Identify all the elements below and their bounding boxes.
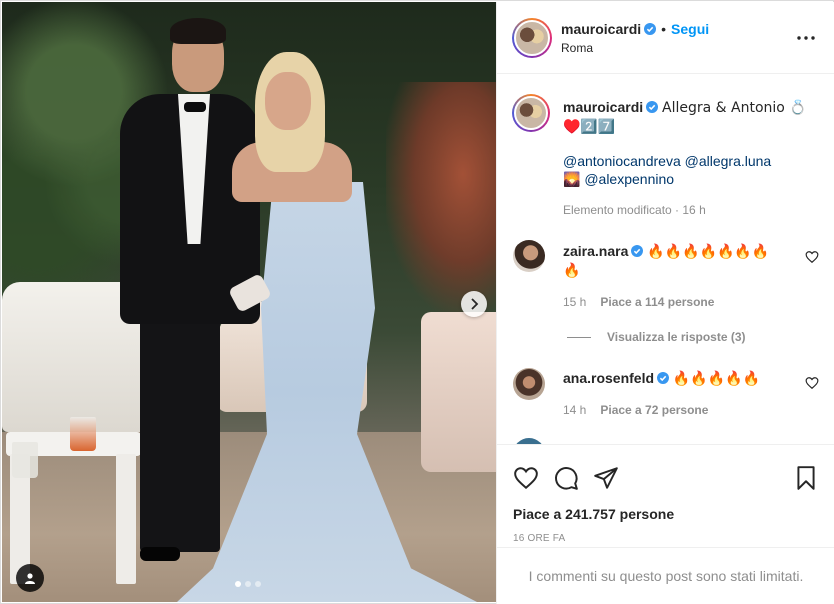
caption-line2: ♥️2️⃣7️⃣ [563,119,616,135]
carousel-dot [245,581,251,587]
comment-emojis: 🔥🔥🔥🔥🔥🔥🔥 [647,244,770,260]
photo-emoji: 🌄 [563,172,581,188]
comment-time[interactable]: 14 h [563,403,586,417]
commenter-avatar[interactable] [513,240,545,272]
view-replies-label: Visualizza le risposte (3) [607,330,746,344]
user-tag-button[interactable] [16,564,44,592]
caption-edited-label: Elemento modificato · 16 h [563,203,706,217]
carousel-dot [235,581,241,587]
user-tag-icon [25,573,35,584]
post-timestamp[interactable]: 16 ORE FA [513,533,565,544]
commenter-username[interactable]: zaira.nara [563,243,628,259]
heart-icon[interactable] [805,250,819,264]
mention-link[interactable]: @alexpennino [584,171,674,187]
verified-badge-icon [657,372,670,384]
photo-cocktail-glass [70,417,96,451]
post-location[interactable]: Roma [561,41,593,55]
commenter-username[interactable]: ana.rosenfeld [563,370,654,386]
more-options-icon [797,36,815,40]
heart-icon[interactable] [513,465,539,491]
chevron-right-icon [471,298,479,310]
author-avatar[interactable] [512,18,552,58]
caption-mentions-line1[interactable]: @antoniocandreva @allegra.luna [563,152,823,170]
comment-text: zaira.nara 🔥🔥🔥🔥🔥🔥🔥 🔥 [563,242,793,280]
post-header: mauroicardi • Segui Roma [497,2,834,74]
header-separator: • [661,21,667,37]
verified-badge-icon [646,101,659,113]
post-photo[interactable] [2,2,496,602]
commenter-avatar[interactable] [513,368,545,400]
verified-badge-icon [631,245,644,257]
caption-text: mauroicardi Allegra & Antonio 💍 ♥️2️⃣7️⃣ [563,98,823,136]
replies-divider [567,336,591,338]
bookmark-icon[interactable] [793,465,819,491]
post-side-panel: mauroicardi • Segui Roma mauroicardi Alleg… [496,2,834,604]
photo-glass [12,442,38,478]
photo-woman-dress [177,52,477,602]
carousel-indicator [235,581,261,587]
author-username[interactable]: mauroicardi [561,21,641,37]
post-modal: mauroicardi • Segui Roma mauroicardi Alleg… [0,0,834,604]
caption-line1: Allegra & Antonio 💍 [662,100,807,116]
carousel-dot [255,581,261,587]
share-icon[interactable] [593,465,619,491]
comments-limited-notice: I commenti su questo post sono stati lim… [497,547,834,604]
likes-count[interactable]: Piace a 241.757 persone [513,506,674,522]
comment-time[interactable]: 15 h [563,295,586,309]
more-options-button[interactable] [794,28,818,48]
comments-section: mauroicardi Allegra & Antonio 💍 ♥️2️⃣7️⃣… [497,74,834,444]
comment-text: ana.rosenfeld 🔥🔥🔥🔥🔥 [563,369,793,388]
view-replies-button[interactable]: Visualizza le risposte (3) [567,330,746,344]
post-actions: Piace a 241.757 persone 16 ORE FA [497,444,834,544]
comment-likes[interactable]: Piace a 114 persone [600,295,714,309]
comment-icon[interactable] [553,465,579,491]
heart-icon[interactable] [805,376,819,390]
comment-likes[interactable]: Piace a 72 persone [600,403,708,417]
comment-meta: 14 h Piace a 72 persone [563,403,708,417]
comment-emojis-line2: 🔥 [563,263,581,279]
follow-button[interactable]: Segui [671,21,709,37]
verified-badge-icon [644,23,657,35]
carousel-next-button[interactable] [461,291,487,317]
caption-username[interactable]: mauroicardi [563,99,643,115]
comment-emojis: 🔥🔥🔥🔥🔥 [672,371,761,387]
comment-meta: 15 h Piace a 114 persone [563,295,714,309]
caption-mentions-line2: 🌄 @alexpennino [563,170,823,189]
caption-avatar[interactable] [512,94,550,132]
